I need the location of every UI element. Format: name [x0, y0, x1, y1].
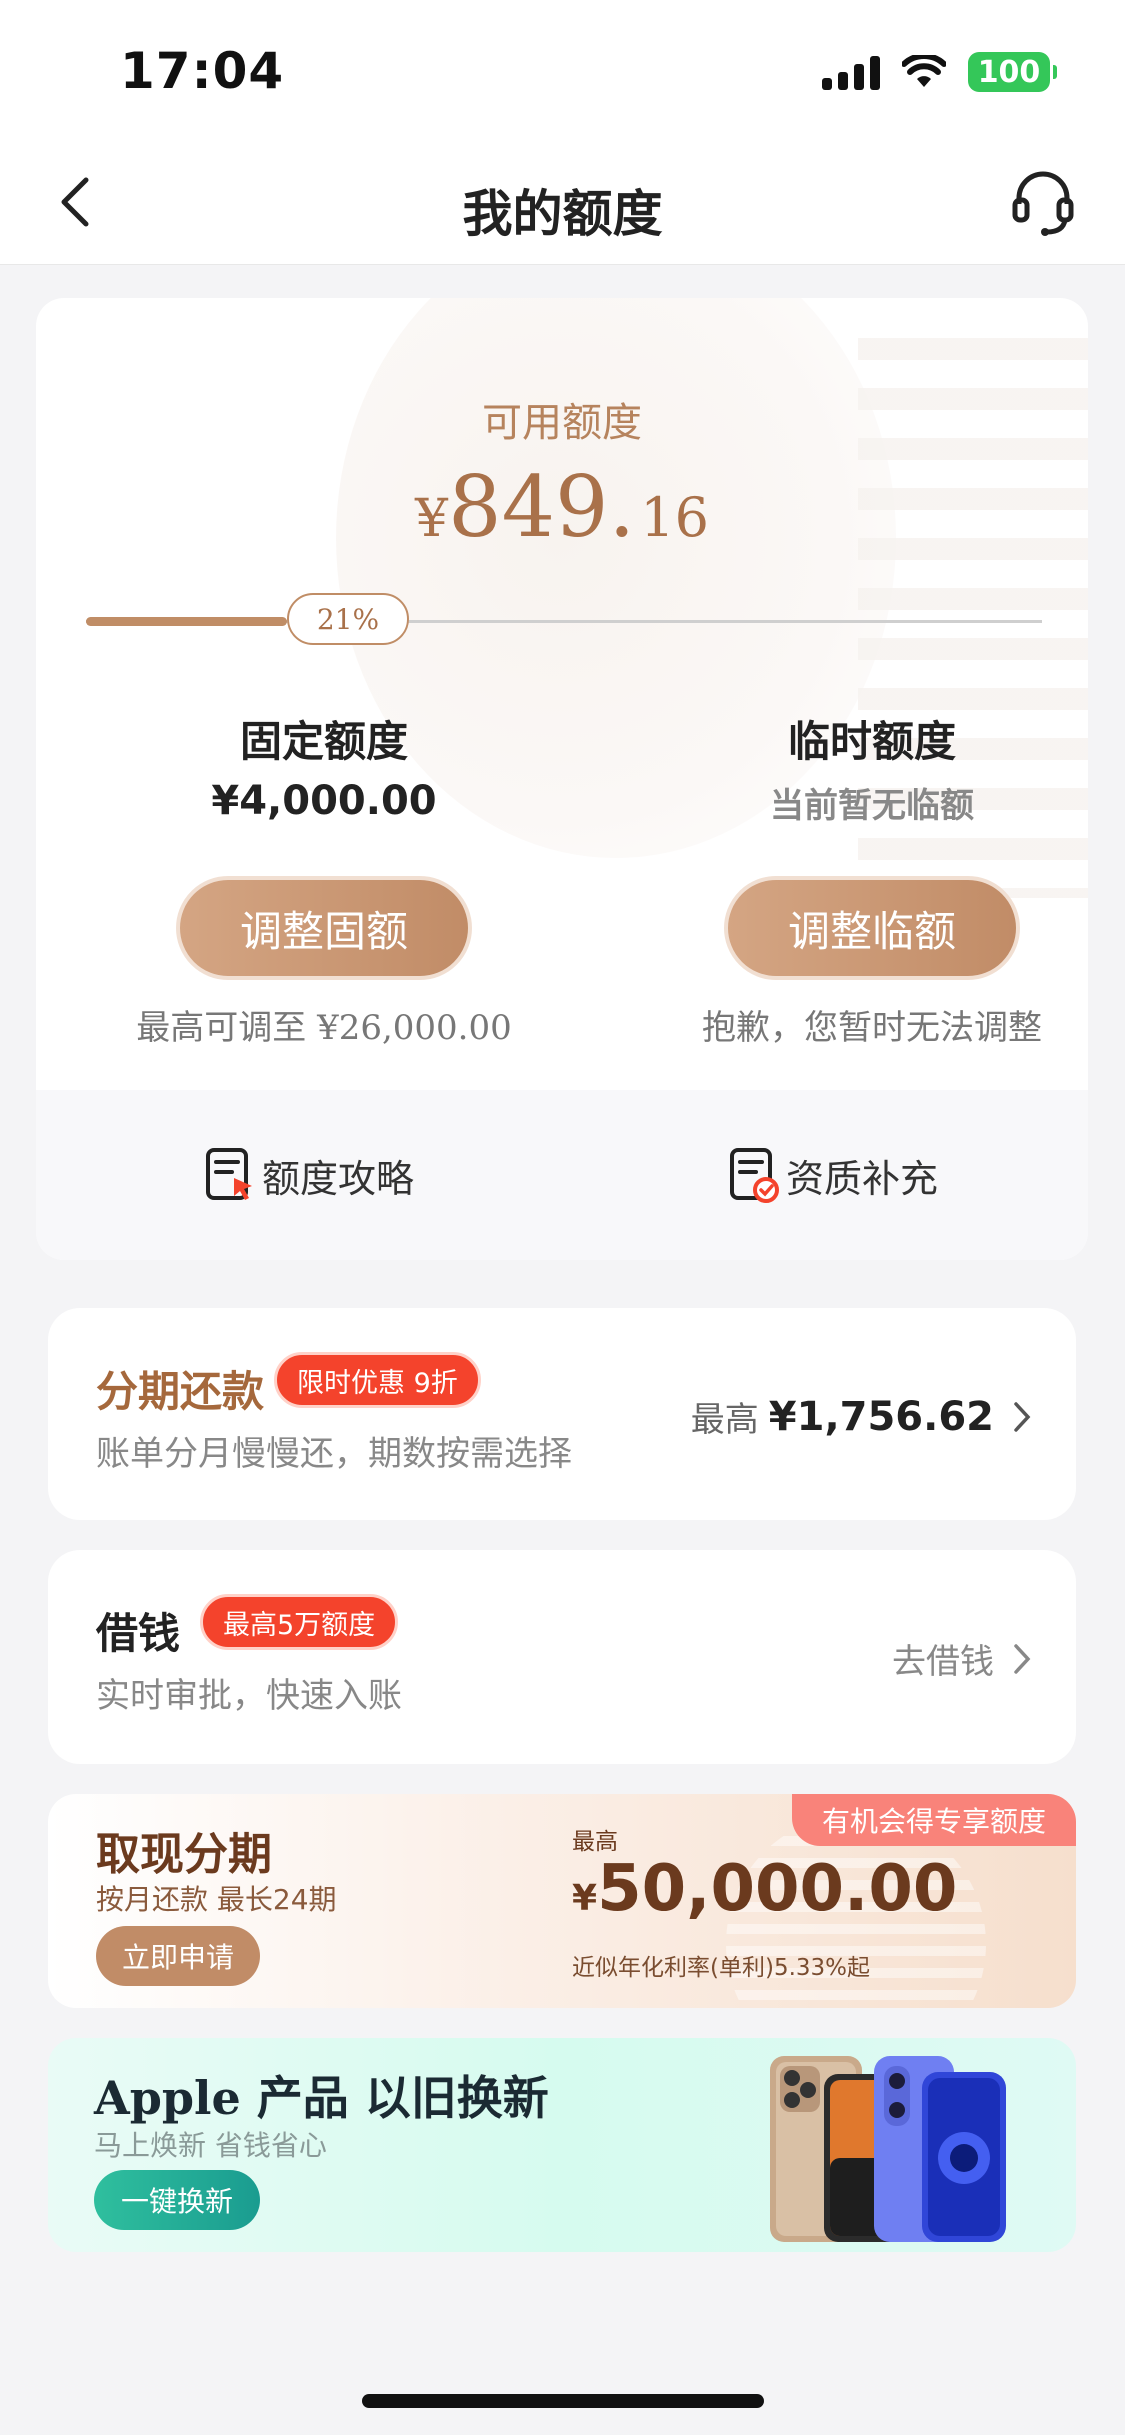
fixed-limit-column: 固定额度 ¥4,000.00 调整固额 最高可调至 ¥26,000.00: [124, 708, 524, 1049]
status-bar: 17:04 100: [0, 0, 1125, 140]
fixed-note-prefix: 最高可调至: [136, 1008, 318, 1048]
installment-promo-tag: 限时优惠 9折: [274, 1352, 481, 1408]
document-check-icon: [730, 1148, 779, 1203]
installment-repayment-card[interactable]: 分期还款 限时优惠 9折 账单分月慢慢还，期数按需选择 最高 ¥1,756.62: [48, 1308, 1076, 1520]
borrow-promo-tag: 最高5万额度: [200, 1594, 399, 1650]
chevron-right-icon: [1014, 1401, 1031, 1432]
cash-max-amount: ¥50,000.00: [572, 1852, 957, 1926]
battery-indicator: 100: [968, 52, 1057, 92]
cash-installment-title: 取现分期: [96, 1829, 272, 1880]
borrow-action[interactable]: 去借钱: [892, 1634, 1032, 1683]
qualification-supplement-link[interactable]: 资质补充: [728, 1146, 938, 1204]
home-indicator[interactable]: [362, 2394, 764, 2408]
fixed-note-value: ¥26,000.00: [317, 1008, 512, 1048]
cash-installment-subtitle: 按月还款 最长24期: [96, 1883, 337, 1916]
fixed-limit-title: 固定额度: [239, 717, 408, 766]
cash-amount-value: 50,000.00: [597, 1852, 958, 1926]
status-time: 17:04: [120, 42, 285, 100]
installment-max-amount: ¥1,756.62: [768, 1393, 994, 1440]
apply-now-button[interactable]: 立即申请: [96, 1926, 260, 1986]
fixed-limit-note: 最高可调至 ¥26,000.00: [124, 1000, 524, 1049]
installment-max-label: 最高: [690, 1400, 759, 1440]
apple-trade-in-banner[interactable]: Apple 产品 以旧换新 马上焕新 省钱省心 一键换新: [48, 2038, 1076, 2252]
available-limit-amount: ¥849. 16: [36, 458, 1088, 556]
borrow-action-label: 去借钱: [892, 1642, 994, 1682]
adjust-fixed-limit-button[interactable]: 调整固额: [176, 876, 472, 980]
borrow-money-card[interactable]: 借钱 最高5万额度 实时审批，快速入账 去借钱: [48, 1550, 1076, 1764]
cellular-signal-icon: [822, 54, 880, 90]
customer-service-icon[interactable]: [1009, 166, 1077, 238]
cash-interest-rate: 近似年化利率(单利)5.33%起: [572, 1955, 871, 1981]
wifi-icon: [902, 55, 946, 87]
limit-guide-link[interactable]: 额度攻略: [204, 1146, 414, 1204]
borrow-title: 借钱: [96, 1609, 181, 1658]
document-pointer-icon: [206, 1148, 252, 1200]
status-indicators: 100: [822, 52, 1057, 92]
cash-currency-symbol: ¥: [572, 1878, 598, 1919]
iphone-product-image: [770, 2056, 1006, 2242]
installment-subtitle: 账单分月慢慢还，期数按需选择: [96, 1434, 572, 1474]
temporary-limit-value: 当前暂无临额: [770, 786, 974, 826]
apple-trade-in-title: Apple 产品 以旧换新: [94, 2071, 549, 2125]
available-decimal: 16: [640, 486, 709, 549]
temporary-limit-note: 抱歉，您暂时无法调整: [702, 1008, 1042, 1048]
available-integer: 849.: [448, 458, 636, 556]
credit-limit-card: 可用额度 ¥849. 16 21% 固定额度 ¥4,000.00 调整固额 最高…: [36, 298, 1088, 1260]
qualification-supplement-label: 资质补充: [786, 1156, 939, 1201]
usage-percent-badge: 21%: [287, 593, 409, 645]
currency-symbol: ¥: [415, 489, 449, 549]
one-click-renew-button[interactable]: 一键换新: [94, 2170, 260, 2230]
installment-title: 分期还款: [96, 1367, 265, 1416]
temporary-limit-title: 临时额度: [787, 717, 956, 766]
installment-max: 最高 ¥1,756.62: [691, 1392, 1032, 1441]
adjust-temporary-limit-button[interactable]: 调整临额: [724, 876, 1020, 980]
borrow-subtitle: 实时审批，快速入账: [96, 1676, 402, 1716]
temporary-limit-column: 临时额度 当前暂无临额 调整临额 抱歉，您暂时无法调整: [672, 708, 1072, 1049]
limit-guide-label: 额度攻略: [262, 1156, 415, 1201]
fixed-limit-value: ¥4,000.00: [211, 778, 437, 824]
chevron-right-icon: [1014, 1643, 1031, 1674]
cash-installment-banner[interactable]: 取现分期 按月还款 最长24期 立即申请 最高 ¥50,000.00 近似年化利…: [48, 1794, 1076, 2008]
page-title: 我的额度: [462, 185, 663, 243]
available-limit-label: 可用额度: [482, 400, 642, 446]
usage-progress-fill: [86, 617, 287, 626]
exclusive-limit-tag: 有机会得专享额度: [791, 1794, 1076, 1846]
nav-bar: 我的额度: [0, 140, 1125, 265]
cash-max-label: 最高: [572, 1829, 618, 1855]
apple-trade-in-subtitle: 马上焕新 省钱省心: [94, 2129, 327, 2162]
